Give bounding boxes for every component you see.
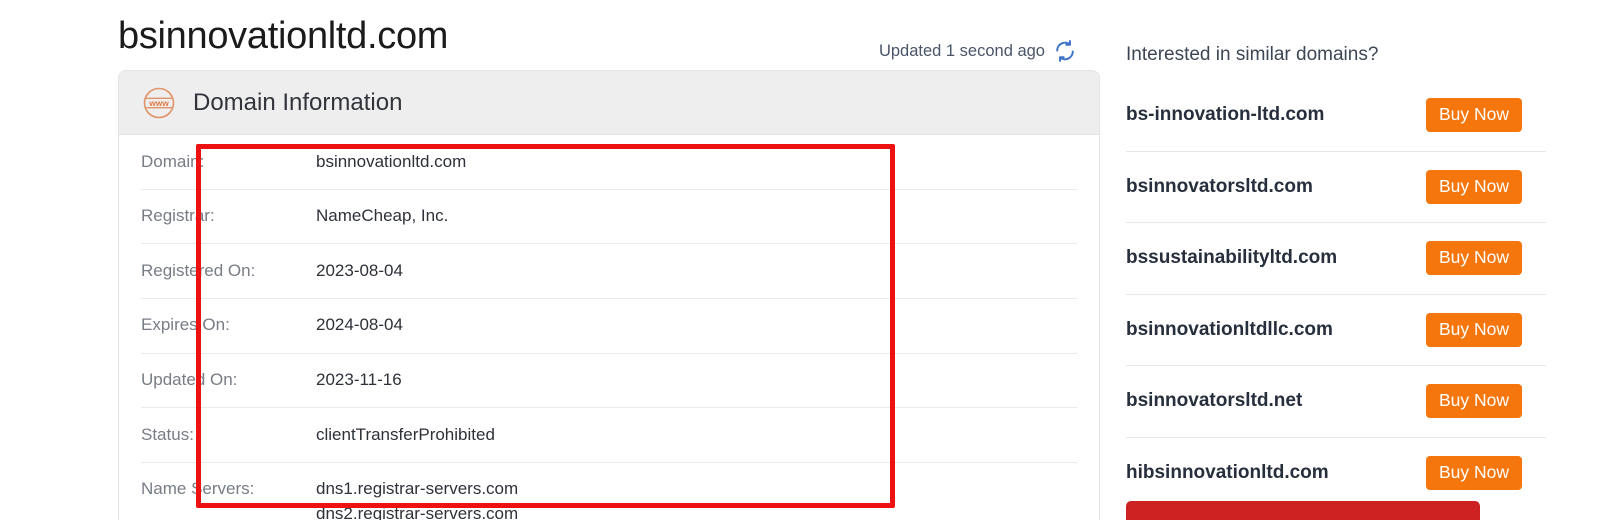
row-label: Registrar: [141,206,215,226]
list-item: bsinnovationltdllc.com Buy Now [1126,295,1546,366]
table-row: Name Servers: dns1.registrar-servers.com… [141,463,1077,520]
row-label: Status: [141,424,194,444]
domain-name: bsinnovatorsltd.com [1126,175,1313,197]
row-value: 2023-08-04 [316,260,403,280]
svg-text:www: www [148,98,169,108]
list-item: bssustainabilityltd.com Buy Now [1126,223,1546,295]
bottom-red-banner[interactable] [1126,501,1480,520]
row-value: clientTransferProhibited [316,424,495,444]
row-value: 2024-08-04 [316,315,403,335]
table-row: Expires On: 2024-08-04 [141,299,1077,354]
page-title: bsinnovationltd.com [118,15,449,57]
row-label: Registered On: [141,260,256,280]
sidebar-heading: Interested in similar domains? [1126,44,1379,65]
row-value: bsinnovationltd.com [316,151,467,171]
card-title: Domain Information [193,88,403,116]
row-label: Domain: [141,151,205,171]
table-row: Status: clientTransferProhibited [141,408,1077,463]
table-row: Registrar: NameCheap, Inc. [141,190,1077,245]
row-value: dns1.registrar-servers.com dns2.registra… [316,479,519,520]
table-row: Updated On: 2023-11-16 [141,354,1077,409]
similar-domains-list: bs-innovation-ltd.com Buy Now bsinnovato… [1126,80,1546,509]
row-value: NameCheap, Inc. [316,206,449,226]
row-label: Updated On: [141,370,238,390]
row-value: 2023-11-16 [316,370,402,390]
domain-info-table: Domain: bsinnovationltd.com Registrar: N… [119,135,1099,520]
buy-now-button[interactable]: Buy Now [1425,169,1522,204]
list-item: bsinnovatorsltd.com Buy Now [1126,152,1546,223]
domain-name: bssustainabilityltd.com [1126,247,1338,269]
domain-information-card: www Domain Information Domain: bsinnovat… [118,70,1100,520]
similar-domains-sidebar: Interested in similar domains? bs-innova… [1126,0,1546,520]
domain-name: hibsinnovationltd.com [1126,462,1329,484]
main-column: bsinnovationltd.com Updated 1 second ago [118,0,1108,520]
buy-now-button[interactable]: Buy Now [1425,241,1522,276]
card-header: www Domain Information [119,71,1099,135]
domain-name: bsinnovatorsltd.net [1126,390,1303,412]
table-row: Domain: bsinnovationltd.com [141,135,1077,190]
page-root: bsinnovationltd.com Updated 1 second ago [0,0,1622,520]
refresh-icon[interactable] [1054,40,1076,62]
buy-now-button[interactable]: Buy Now [1425,98,1522,133]
list-item: bsinnovatorsltd.net Buy Now [1126,366,1546,438]
page-header: bsinnovationltd.com Updated 1 second ago [118,0,1108,72]
domain-name: bs-innovation-ltd.com [1126,104,1325,126]
row-label: Expires On: [141,315,230,335]
row-label: Name Servers: [141,479,255,499]
table-row: Registered On: 2023-08-04 [141,244,1077,299]
list-item: hibsinnovationltd.com Buy Now [1126,438,1546,510]
buy-now-button[interactable]: Buy Now [1425,384,1522,419]
updated-timestamp: Updated 1 second ago [878,41,1045,60]
domain-name: bsinnovationltdllc.com [1126,318,1333,340]
list-item: bs-innovation-ltd.com Buy Now [1126,80,1546,152]
updated-status: Updated 1 second ago [879,40,1076,62]
www-globe-icon: www [141,85,177,121]
buy-now-button[interactable]: Buy Now [1425,456,1522,491]
buy-now-button[interactable]: Buy Now [1425,312,1522,347]
